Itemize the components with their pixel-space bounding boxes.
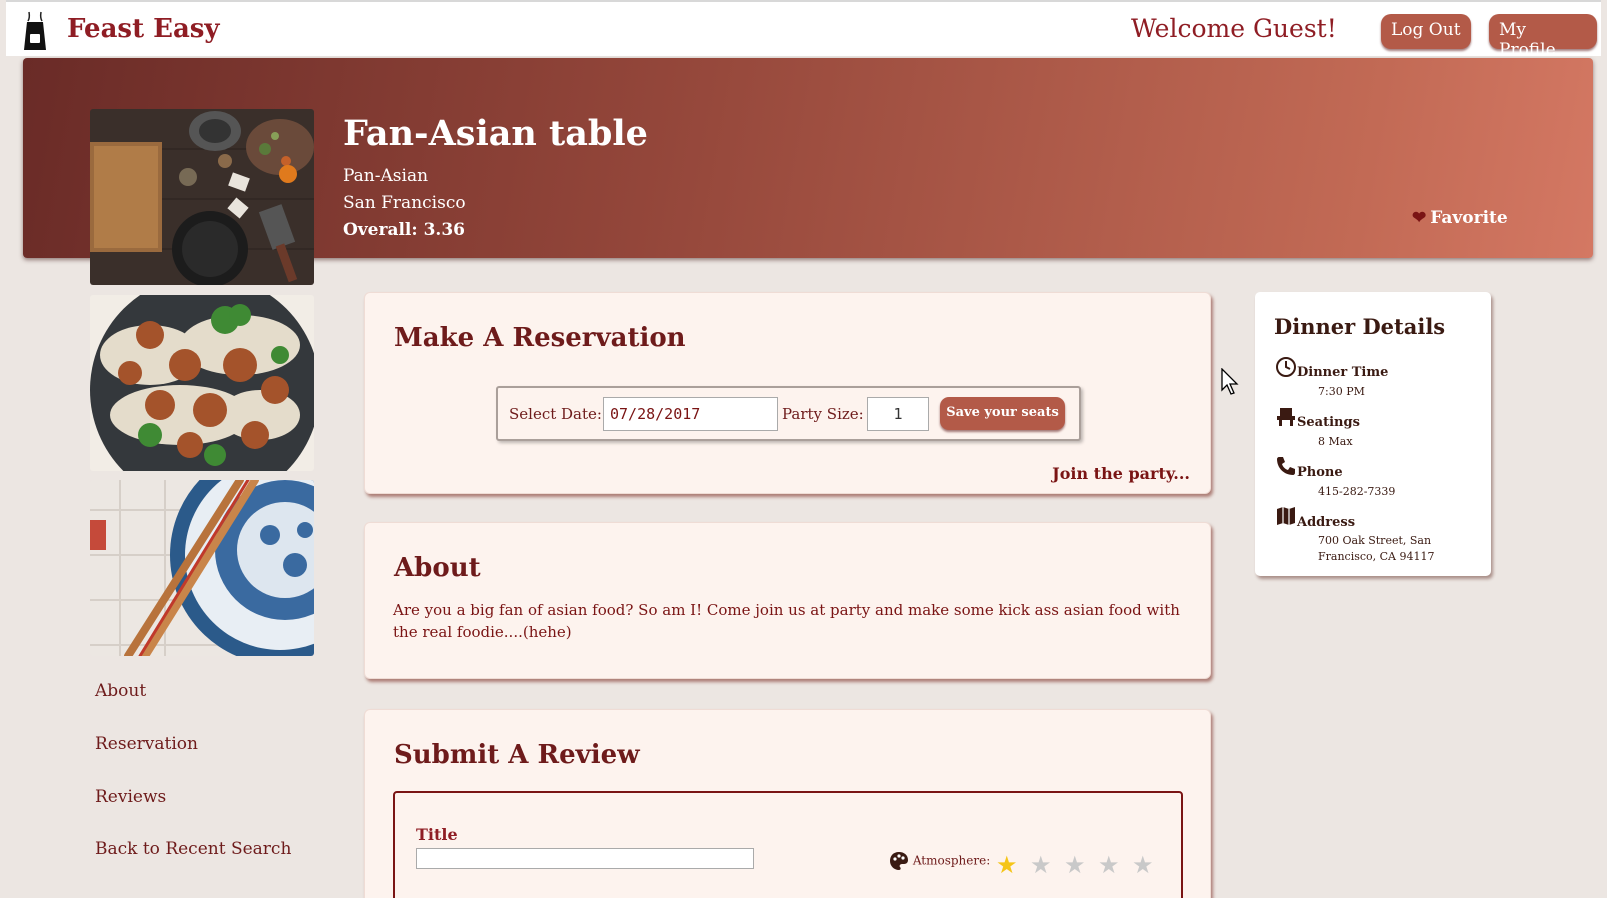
join-party-link[interactable]: Join the party... <box>1052 464 1190 483</box>
about-card: About Are you a big fan of asian food? S… <box>364 522 1211 679</box>
review-form: Title Atmosphere: ★ ★ ★ ★ ★ <box>393 791 1183 898</box>
chopsticks-bowl-photo <box>90 480 314 656</box>
about-description: Are you a big fan of asian food? So am I… <box>393 601 1180 641</box>
reservation-title: Make A Reservation <box>394 323 686 353</box>
favorite-button[interactable]: ❤ Favorite <box>1412 208 1508 228</box>
atmosphere-rating-label: Atmosphere: <box>889 851 990 871</box>
party-size-input[interactable]: 1 <box>867 397 929 431</box>
date-input[interactable]: 07/28/2017 <box>603 397 778 431</box>
nav-reservation[interactable]: Reservation <box>95 734 198 754</box>
chicken-rice-photo <box>90 295 314 471</box>
nav-about[interactable]: About <box>95 681 146 701</box>
clock-icon <box>1276 357 1296 377</box>
star-icon[interactable]: ★ <box>996 851 1030 879</box>
review-title-input[interactable] <box>416 848 754 869</box>
chair-icon <box>1277 408 1295 426</box>
brand-name[interactable]: Feast Easy <box>67 14 220 44</box>
mouse-cursor-icon <box>1221 368 1239 395</box>
nav-reviews[interactable]: Reviews <box>95 787 166 807</box>
star-icon[interactable]: ★ <box>1098 851 1132 879</box>
logout-button[interactable]: Log Out <box>1381 14 1471 49</box>
star-icon[interactable]: ★ <box>1064 851 1098 879</box>
save-seats-button[interactable]: Save your seats <box>940 397 1065 430</box>
address-value: 700 Oak Street, San Francisco, CA 94117 <box>1318 534 1435 563</box>
atmosphere-stars[interactable]: ★ ★ ★ ★ ★ <box>996 851 1166 879</box>
event-title: Fan-Asian table <box>343 113 648 154</box>
kitchen-photo <box>90 109 314 285</box>
about-title: About <box>394 553 481 583</box>
event-cuisine: Pan-Asian <box>343 166 429 186</box>
palette-icon <box>890 852 908 870</box>
dinner-details-card: Dinner Details Dinner Time 7:30 PM Seati… <box>1255 292 1491 576</box>
atmosphere-label: Atmosphere: <box>912 853 991 868</box>
star-icon[interactable]: ★ <box>1030 851 1064 879</box>
top-navbar: Feast Easy Welcome Guest! Log Out My Pro… <box>6 0 1601 60</box>
welcome-message: Welcome Guest! <box>1131 14 1337 43</box>
dinner-time-value: 7:30 PM <box>1318 385 1365 398</box>
reservation-form: Select Date: 07/28/2017 Party Size: 1 Sa… <box>496 386 1081 441</box>
seatings-value: 8 Max <box>1318 435 1353 448</box>
submit-review-title: Submit A Review <box>394 740 640 770</box>
address-label: Address <box>1297 515 1356 530</box>
phone-value: 415-282-7339 <box>1318 485 1396 498</box>
nav-back-to-recent-search[interactable]: Back to Recent Search <box>95 839 291 859</box>
review-title-label: Title <box>416 825 458 844</box>
star-icon[interactable]: ★ <box>1132 851 1166 879</box>
apron-logo-icon[interactable] <box>18 10 52 52</box>
reservation-card: Make A Reservation Select Date: 07/28/20… <box>364 292 1211 494</box>
submit-review-card: Submit A Review Title Atmosphere: ★ ★ ★ ★ ★ <box>364 709 1211 898</box>
event-city: San Francisco <box>343 193 466 213</box>
favorite-label: Favorite <box>1430 208 1508 228</box>
select-date-label: Select Date: <box>509 405 602 423</box>
dinner-time-label: Dinner Time <box>1297 365 1389 380</box>
seatings-label: Seatings <box>1297 415 1360 430</box>
dinner-details-title: Dinner Details <box>1274 314 1446 339</box>
map-icon <box>1277 507 1295 525</box>
event-overall-rating: Overall: 3.36 <box>343 220 465 240</box>
phone-icon <box>1277 457 1295 475</box>
heart-icon: ❤ <box>1412 208 1427 228</box>
my-profile-button[interactable]: My Profile <box>1489 14 1597 60</box>
phone-label: Phone <box>1297 465 1343 480</box>
party-size-label: Party Size: <box>782 405 864 423</box>
